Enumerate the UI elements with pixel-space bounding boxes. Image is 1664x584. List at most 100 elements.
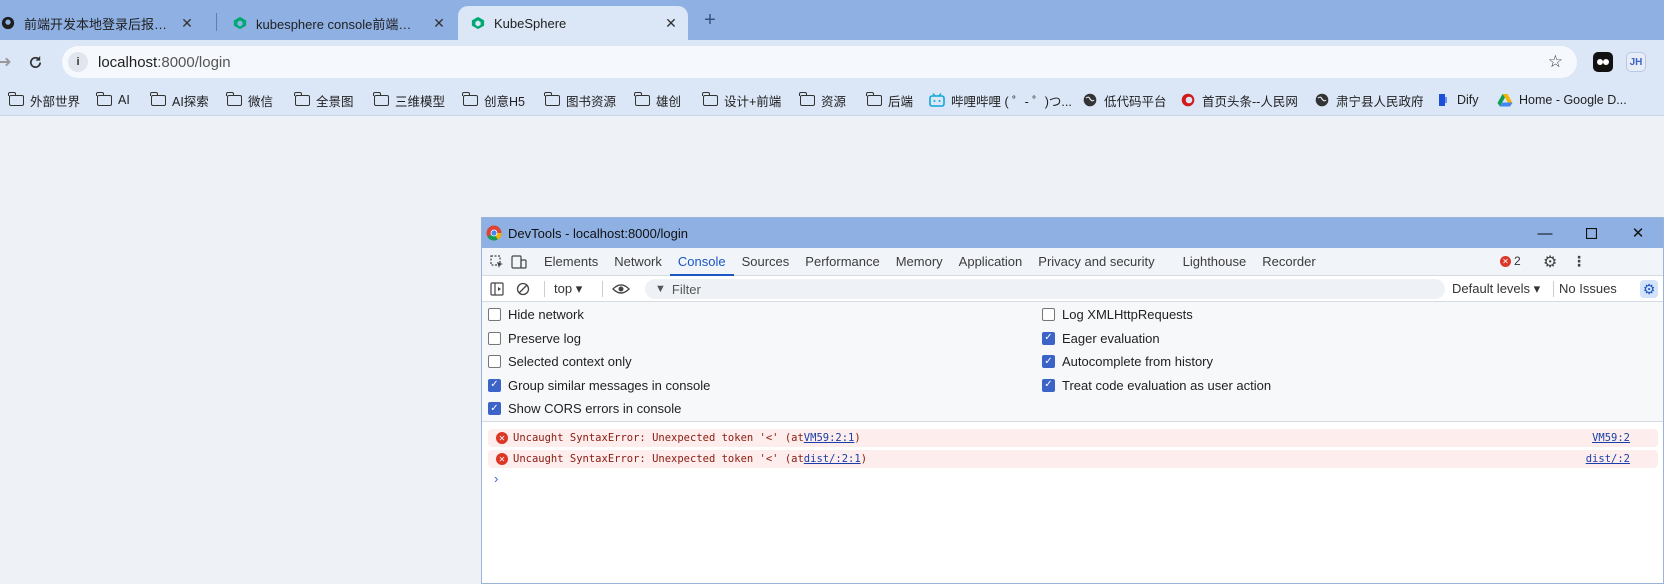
setting-label: Autocomplete from history: [1062, 354, 1214, 369]
tab-divider: [216, 13, 217, 31]
checkbox[interactable]: ✓: [488, 378, 501, 392]
checkbox[interactable]: ✓: [1042, 378, 1055, 392]
bookmark-item[interactable]: 肃宁县人民政府: [1314, 91, 1424, 109]
bookmark-label: 全景图: [316, 94, 354, 109]
sidebar-toggle-icon[interactable]: [486, 275, 508, 303]
context-selector-label: top: [554, 281, 573, 296]
back-arrow-icon[interactable]: ➜: [0, 51, 16, 73]
browser-toolbar: ➜ i localhost:8000/login ☆ JH: [0, 40, 1664, 84]
new-tab-button[interactable]: +: [700, 9, 720, 31]
filter-placeholder: Filter: [671, 281, 701, 297]
tab-kubesphere[interactable]: KubeSphere ✕: [458, 6, 688, 40]
checkbox[interactable]: [488, 355, 501, 368]
tab-network[interactable]: Network: [606, 248, 670, 275]
bookmark-item[interactable]: AI探索: [150, 91, 209, 109]
bookmark-item[interactable]: 创意H5: [462, 91, 525, 109]
tab-elements[interactable]: Elements: [536, 248, 606, 275]
bookmark-item[interactable]: 微信: [226, 91, 273, 109]
log-levels-dropdown[interactable]: Default levels ▾: [1452, 281, 1540, 297]
tab-frontend-login-error[interactable]: 前端开发本地登录后报服务器错误 ✕: [0, 6, 204, 40]
setting-treat-code-evaluation-as-user-action[interactable]: ✓ Treat code evaluation as user action: [1042, 378, 1271, 393]
close-window-button[interactable]: ✕: [1615, 218, 1661, 248]
bookmark-label: 哔哩哔哩 ( ゜- ゜)つ...: [951, 94, 1072, 109]
close-icon[interactable]: ✕: [430, 14, 448, 32]
tab-lighthouse[interactable]: Lighthouse: [1175, 248, 1255, 275]
url-path: :8000/login: [157, 53, 231, 71]
bookmark-item[interactable]: 设计+前端: [702, 91, 781, 109]
error-source-link[interactable]: dist/:2: [1586, 453, 1630, 465]
bookmark-item[interactable]: 图书资源: [544, 91, 616, 109]
chrome-logo-icon: [486, 225, 502, 241]
setting-log-xmlhttprequests[interactable]: Log XMLHttpRequests: [1042, 307, 1193, 322]
live-expression-eye-icon[interactable]: [610, 275, 632, 303]
device-toolbar-icon[interactable]: [508, 248, 530, 276]
context-selector[interactable]: top ▾: [554, 281, 582, 297]
tab-console[interactable]: Console: [669, 248, 734, 276]
clear-console-icon[interactable]: [512, 275, 534, 303]
setting-group-similar-messages-in-console[interactable]: ✓ Group similar messages in console: [488, 378, 710, 393]
bookmark-item[interactable]: 外部世界: [8, 91, 80, 109]
folder-icon: [96, 91, 112, 107]
tab-privacy-and-security[interactable]: Privacy and security: [1030, 248, 1162, 275]
bookmark-item[interactable]: 全景图: [294, 91, 354, 109]
more-options-icon[interactable]: ⋮: [1572, 253, 1586, 270]
setting-preserve-log[interactable]: Preserve log: [488, 331, 581, 346]
url-text: localhost:8000/login: [98, 54, 231, 71]
console-filter-input[interactable]: ▼ Filter: [645, 279, 1445, 299]
tab-performance[interactable]: Performance: [797, 248, 887, 275]
filter-funnel-icon: ▼: [655, 283, 666, 295]
error-location-link[interactable]: dist/:2:1: [804, 453, 861, 465]
setting-hide-network[interactable]: Hide network: [488, 307, 584, 322]
bookmark-item[interactable]: 首页头条--人民网: [1180, 91, 1298, 109]
checkbox[interactable]: ✓: [488, 402, 501, 415]
bookmark-item[interactable]: 低代码平台: [1082, 91, 1167, 109]
console-prompt[interactable]: ›: [494, 471, 498, 486]
bookmark-item[interactable]: Dify: [1435, 91, 1479, 109]
bookmark-star-icon[interactable]: ☆: [1548, 52, 1563, 72]
setting-selected-context-only[interactable]: Selected context only: [488, 354, 632, 369]
checkbox[interactable]: [488, 331, 501, 345]
tab-memory[interactable]: Memory: [888, 248, 951, 275]
console-settings-gear-icon[interactable]: ⚙: [1640, 280, 1658, 298]
tab-sources[interactable]: Sources: [734, 248, 798, 275]
profile-avatar[interactable]: JH: [1626, 52, 1646, 72]
bookmark-label: 低代码平台: [1104, 94, 1167, 109]
error-text-tail: ): [860, 453, 868, 465]
setting-eager-evaluation[interactable]: ✓ Eager evaluation: [1042, 331, 1160, 346]
close-icon[interactable]: ✕: [178, 14, 196, 32]
extension-icon[interactable]: [1593, 52, 1613, 72]
bookmark-item[interactable]: 资源: [799, 91, 846, 109]
bookmark-item[interactable]: 后端: [866, 91, 913, 109]
error-text-tail: ): [854, 432, 861, 444]
address-bar[interactable]: i localhost:8000/login ☆: [62, 46, 1577, 78]
error-source-link[interactable]: VM59:2: [1592, 432, 1630, 444]
bookmark-item[interactable]: Home - Google D...: [1497, 91, 1627, 109]
folder-icon: [226, 91, 242, 107]
close-icon[interactable]: ✕: [662, 14, 680, 32]
minimize-button[interactable]: —: [1522, 218, 1568, 248]
bookmark-item[interactable]: 雄创: [634, 91, 681, 109]
setting-show-cors-errors-in-console[interactable]: ✓ Show CORS errors in console: [488, 401, 681, 416]
checkbox[interactable]: ✓: [1042, 331, 1055, 345]
bookmark-item[interactable]: 哔哩哔哩 ( ゜- ゜)つ...: [929, 91, 1072, 109]
bookmark-label: 首页头条--人民网: [1202, 94, 1298, 109]
maximize-button[interactable]: [1568, 218, 1614, 248]
reload-icon[interactable]: [24, 51, 46, 73]
bookmark-item[interactable]: 三维模型: [373, 91, 445, 109]
site-info-icon[interactable]: i: [68, 52, 88, 72]
settings-gear-icon[interactable]: ⚙: [1543, 252, 1557, 272]
checkbox[interactable]: [1042, 308, 1055, 321]
bookmark-label: 三维模型: [395, 94, 446, 109]
checkbox[interactable]: ✓: [1042, 355, 1055, 368]
tab-recorder[interactable]: Recorder: [1254, 248, 1323, 275]
tab-application[interactable]: Application: [951, 248, 1031, 275]
setting-autocomplete-from-history[interactable]: ✓ Autocomplete from history: [1042, 354, 1213, 369]
bookmark-item[interactable]: AI: [96, 91, 130, 109]
tab-kubesphere-console-source[interactable]: kubesphere console前端源码本地 ✕: [220, 6, 456, 40]
issues-counter[interactable]: No Issues: [1559, 281, 1617, 296]
error-count-badge[interactable]: ✕ 2: [1500, 254, 1521, 268]
checkbox[interactable]: [488, 308, 501, 321]
inspect-element-icon[interactable]: [486, 248, 508, 276]
error-location-link[interactable]: VM59:2:1: [804, 432, 855, 444]
error-count: 2: [1514, 254, 1521, 268]
